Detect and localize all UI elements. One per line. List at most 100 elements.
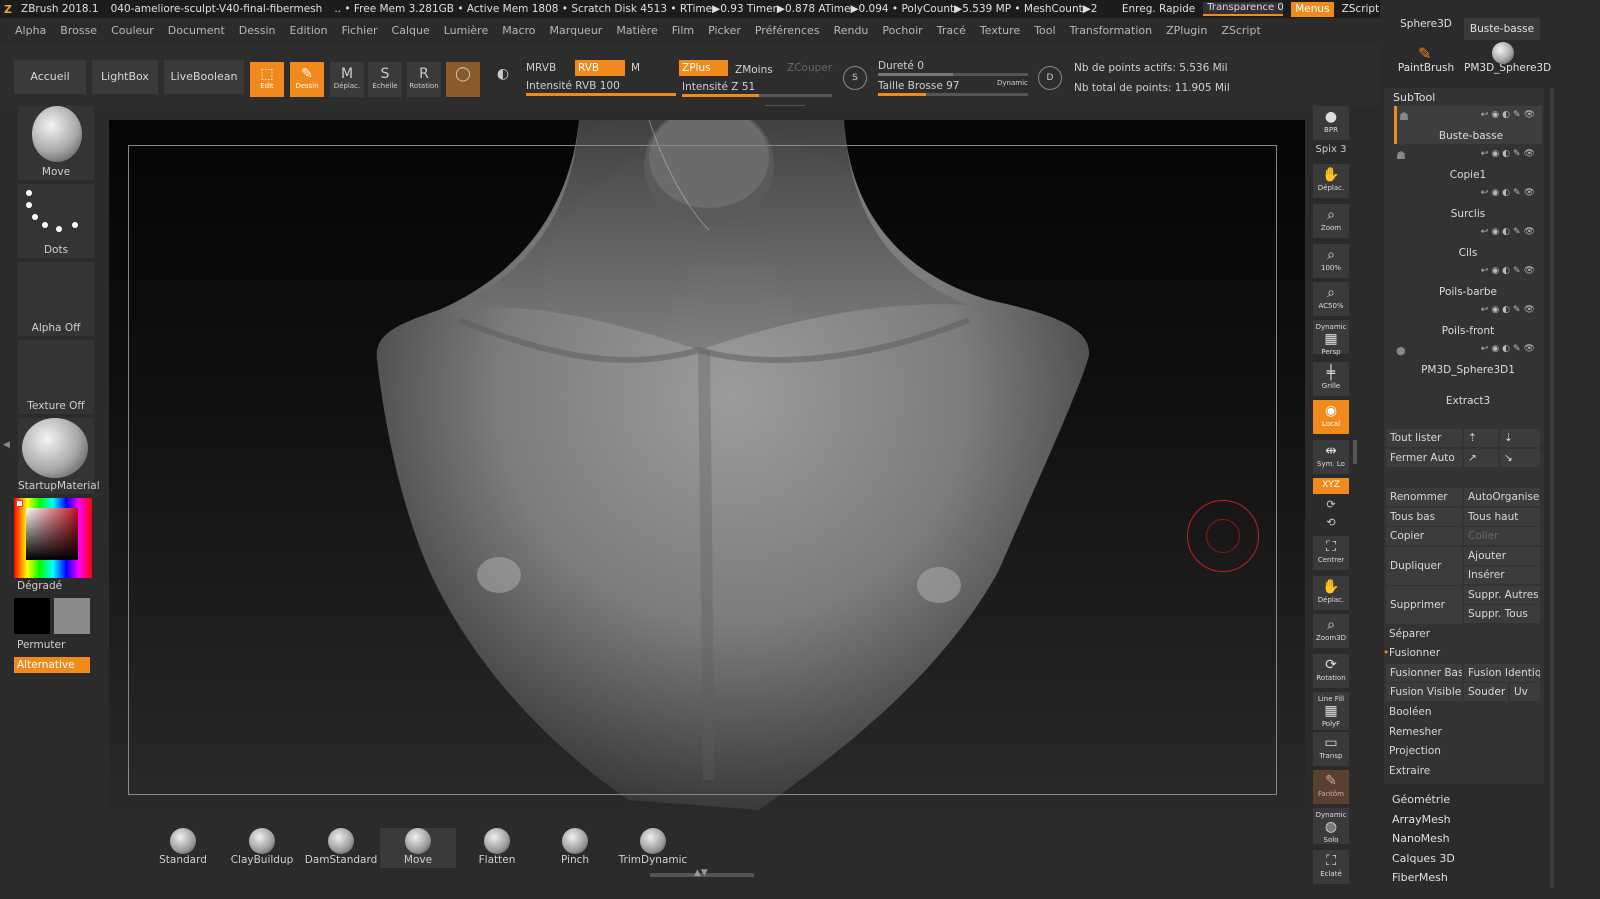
weld-toggle[interactable]: Souder (1464, 683, 1508, 701)
subtool-row-buste-basse[interactable]: ☗ ↩◉◐✎👁 Buste-basse (1394, 106, 1542, 144)
subtool-row-cils[interactable]: ↩◉◐✎👁 Cils (1394, 223, 1542, 261)
subtool-toggles[interactable]: ↩◉◐✎👁 (1481, 149, 1538, 159)
lightbox-button[interactable]: LightBox (92, 60, 158, 94)
hardness-track[interactable] (878, 73, 1028, 76)
menu-fichier[interactable]: Fichier (335, 24, 385, 37)
edit-button[interactable]: ⬚ Edit (250, 62, 284, 97)
subtool-row-surclis[interactable]: ↩◉◐✎👁 Surclis (1394, 184, 1542, 222)
arrow-right-down-icon[interactable]: ↘ (1500, 449, 1540, 467)
subtool-row-copie1[interactable]: ☗ ↩◉◐✎👁 Copie1 (1394, 145, 1542, 183)
menu-picker[interactable]: Picker (701, 24, 748, 37)
remesh-section[interactable]: Remesher (1389, 726, 1442, 738)
arrow-right-up-icon[interactable]: ↗ (1464, 449, 1498, 467)
material-selector[interactable]: StartupMaterial (18, 418, 100, 494)
all-low-button[interactable]: Tous bas (1386, 508, 1462, 526)
polyframe-button[interactable]: Line Fill ▦ PolyF (1313, 692, 1349, 730)
viewport-canvas[interactable] (109, 120, 1305, 822)
draw-d-icon[interactable]: D (1038, 66, 1062, 90)
menu-zscript[interactable]: ZScript (1214, 24, 1267, 37)
brush-flatten[interactable]: Flatten (459, 828, 535, 868)
subtool-toggles[interactable]: ↩◉◐✎👁 (1481, 227, 1538, 237)
menu-pochoir[interactable]: Pochoir (875, 24, 929, 37)
gradient-toggle[interactable]: Dégradé (17, 580, 62, 592)
rename-button[interactable]: Renommer (1386, 488, 1462, 506)
all-high-button[interactable]: Tous haut (1464, 508, 1540, 526)
auto-collapse-button[interactable]: Fermer Auto (1386, 449, 1462, 467)
zcut-toggle[interactable]: ZCouper (784, 60, 834, 76)
autoreorder-button[interactable]: AutoOrganiser (1464, 488, 1540, 506)
transparency-slider[interactable]: Transparence 0 (1203, 2, 1284, 16)
menu-dessin[interactable]: Dessin (232, 24, 283, 37)
subtool-toggles[interactable]: ↩◉◐✎👁 (1481, 110, 1538, 120)
merge-similar-button[interactable]: Fusion Identique (1464, 664, 1540, 682)
split-section[interactable]: Séparer (1389, 628, 1430, 640)
brush-pinch[interactable]: Pinch (537, 828, 613, 868)
menu-zplugin[interactable]: ZPlugin (1159, 24, 1214, 37)
menu-texture[interactable]: Texture (973, 24, 1027, 37)
zsub-toggle[interactable]: ZMoins (732, 62, 782, 78)
spix-slider[interactable]: Spix 3 (1313, 144, 1349, 155)
move-down-arrow-icon[interactable]: ⇣ (1500, 429, 1540, 447)
quicksave-button[interactable]: Enreg. Rapide (1122, 3, 1195, 15)
lazy-s-icon[interactable]: S (843, 66, 867, 90)
subtool-row-poils-front[interactable]: ↩◉◐✎👁 Poils-front (1394, 301, 1542, 339)
copy-button[interactable]: Copier (1386, 527, 1462, 545)
delete-button[interactable]: Supprimer (1386, 586, 1462, 624)
merge-visible-button[interactable]: Fusion Visible (1386, 683, 1462, 701)
liveboolean-button[interactable]: LiveBoolean (164, 60, 244, 94)
menu-document[interactable]: Document (161, 24, 232, 37)
tool-buste-basse[interactable]: Buste-basse (1464, 18, 1540, 40)
alpha-selector[interactable]: Alpha Off (18, 262, 94, 336)
menu-transformation[interactable]: Transformation (1063, 24, 1160, 37)
menu-calque[interactable]: Calque (385, 24, 437, 37)
ghost-button[interactable]: ✎ Fantôm (1313, 770, 1349, 804)
delete-other-button[interactable]: Suppr. Autres (1464, 586, 1540, 604)
brush-trimdynamic[interactable]: TrimDynamic (615, 828, 691, 868)
menu-alpha[interactable]: Alpha (8, 24, 53, 37)
color-square[interactable] (26, 508, 78, 560)
brush-move[interactable]: Move (380, 828, 456, 868)
menu-lumiere[interactable]: Lumière (437, 24, 496, 37)
menu-trace[interactable]: Tracé (930, 24, 973, 37)
menu-preferences[interactable]: Préférences (748, 24, 827, 37)
brush-selector[interactable]: Move (18, 106, 94, 180)
stroke-selector[interactable]: Dots (18, 184, 94, 258)
draw-button[interactable]: ✎ Dessin (290, 62, 324, 97)
delete-all-button[interactable]: Suppr. Tous (1464, 605, 1540, 623)
scroll-button[interactable]: ✋ Déplac. (1313, 164, 1349, 198)
move-button[interactable]: M Déplac. (330, 62, 364, 97)
bpr-button[interactable]: ● BPR (1313, 106, 1349, 140)
aahalf-button[interactable]: ⌕ AC50% (1313, 282, 1349, 316)
subtool-row-poils-barbe[interactable]: ↩◉◐✎👁 Poils-barbe (1394, 262, 1542, 300)
subtool-toggles[interactable]: ↩◉◐✎👁 (1481, 266, 1538, 276)
rotate-z-icon[interactable]: ⟲ (1313, 516, 1349, 529)
zoom-button[interactable]: ⌕ Zoom (1313, 204, 1349, 238)
secondary-color-swatch[interactable] (54, 598, 90, 634)
extract-section[interactable]: Extraire (1389, 765, 1430, 777)
zadd-toggle[interactable]: ZPlus (679, 60, 728, 76)
rotate-view-button[interactable]: ⟳ Rotation (1313, 654, 1349, 688)
persp-button[interactable]: Dynamic ▦ Persp (1313, 320, 1349, 356)
rotate-y-icon[interactable]: ⟳ (1313, 498, 1349, 511)
subtool-toggles[interactable]: ↩◉◐✎👁 (1481, 344, 1538, 354)
duplicate-button[interactable]: Dupliquer (1386, 547, 1462, 585)
material-swatch-button[interactable]: ◯ (446, 62, 480, 97)
zoom3d-button[interactable]: ⌕ Zoom3D (1313, 614, 1349, 648)
swap-colors-button[interactable]: Permuter (17, 639, 65, 651)
local-button[interactable]: ◉ Local (1313, 400, 1349, 434)
brush-size-slider[interactable]: Taille Brosse 97 (878, 80, 959, 92)
texture-selector[interactable]: Texture Off (18, 340, 94, 414)
brush-damstandard[interactable]: DamStandard (303, 828, 379, 868)
dynamic-size-toggle[interactable]: Dynamic (997, 79, 1028, 87)
rotate-button[interactable]: R Rotation (407, 62, 441, 97)
local-symmetry-button[interactable]: ⇹ Sym. Lo (1313, 440, 1349, 474)
main-color-swatch[interactable] (14, 598, 50, 634)
palette-scrollbar[interactable] (1550, 88, 1554, 888)
layers-menu[interactable]: Calques 3D (1392, 852, 1455, 865)
left-collapse-arrow-icon[interactable]: ◀ (3, 440, 10, 462)
menu-macro[interactable]: Macro (495, 24, 542, 37)
insert-button[interactable]: Insérer (1464, 566, 1540, 584)
menu-edition[interactable]: Edition (283, 24, 335, 37)
color-picker[interactable] (14, 498, 92, 578)
texture-swatch-button[interactable]: ◐ (486, 62, 520, 97)
